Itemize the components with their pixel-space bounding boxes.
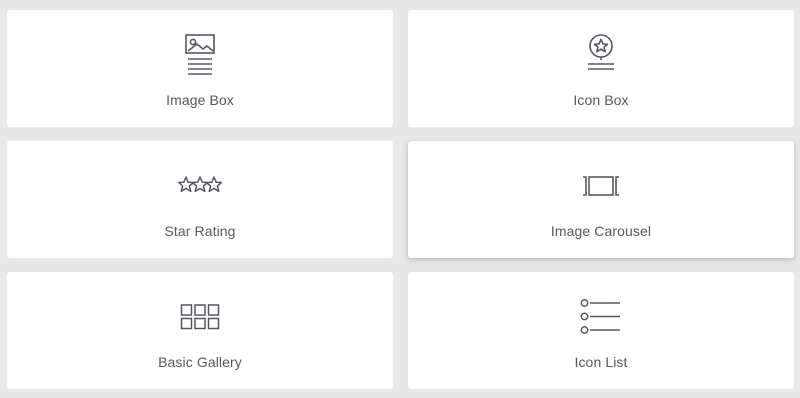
widget-label: Star Rating bbox=[164, 223, 236, 239]
widget-grid: Image Box Icon Box Star Rating Image Car… bbox=[0, 0, 800, 398]
basic-gallery-icon bbox=[175, 292, 225, 342]
image-carousel-icon bbox=[576, 161, 626, 211]
widget-star-rating[interactable]: Star Rating bbox=[7, 141, 393, 258]
widget-image-box[interactable]: Image Box bbox=[7, 10, 393, 127]
widget-basic-gallery[interactable]: Basic Gallery bbox=[7, 272, 393, 389]
widget-label: Icon List bbox=[574, 354, 628, 370]
widget-label: Image Box bbox=[166, 92, 234, 108]
widget-icon-list[interactable]: Icon List bbox=[408, 272, 794, 389]
widget-image-carousel[interactable]: Image Carousel bbox=[408, 141, 794, 258]
image-box-icon bbox=[175, 30, 225, 80]
widget-label: Image Carousel bbox=[550, 223, 652, 239]
icon-list-icon bbox=[576, 292, 626, 342]
star-rating-icon bbox=[175, 161, 225, 211]
widget-label: Icon Box bbox=[573, 92, 629, 108]
widget-label: Basic Gallery bbox=[158, 354, 242, 370]
icon-box-icon bbox=[576, 30, 626, 80]
widget-icon-box[interactable]: Icon Box bbox=[408, 10, 794, 127]
